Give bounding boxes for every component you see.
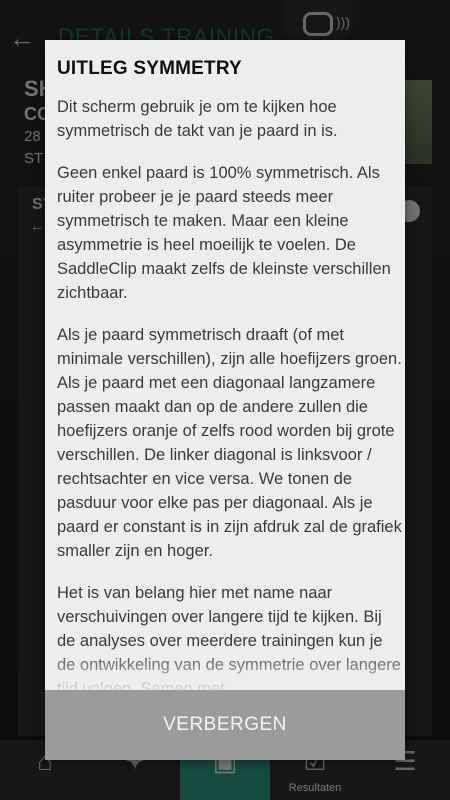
- scroll-fade: [45, 650, 405, 690]
- dialog-title: UITLEG SYMMETRY: [57, 58, 242, 79]
- dialog-paragraph: Geen enkel paard is 100% symmetrisch. Al…: [57, 164, 391, 302]
- dialog-body[interactable]: Dit scherm gebruik je om te kijken hoe s…: [57, 95, 403, 690]
- symmetry-explanation-dialog: UITLEG SYMMETRY Dit scherm gebruik je om…: [45, 40, 405, 760]
- dialog-paragraph: Dit scherm gebruik je om te kijken hoe s…: [57, 98, 338, 140]
- dialog-paragraph: Als je paard symmetrisch draaft (of met …: [57, 326, 402, 560]
- hide-button[interactable]: VERBERGEN: [45, 690, 405, 760]
